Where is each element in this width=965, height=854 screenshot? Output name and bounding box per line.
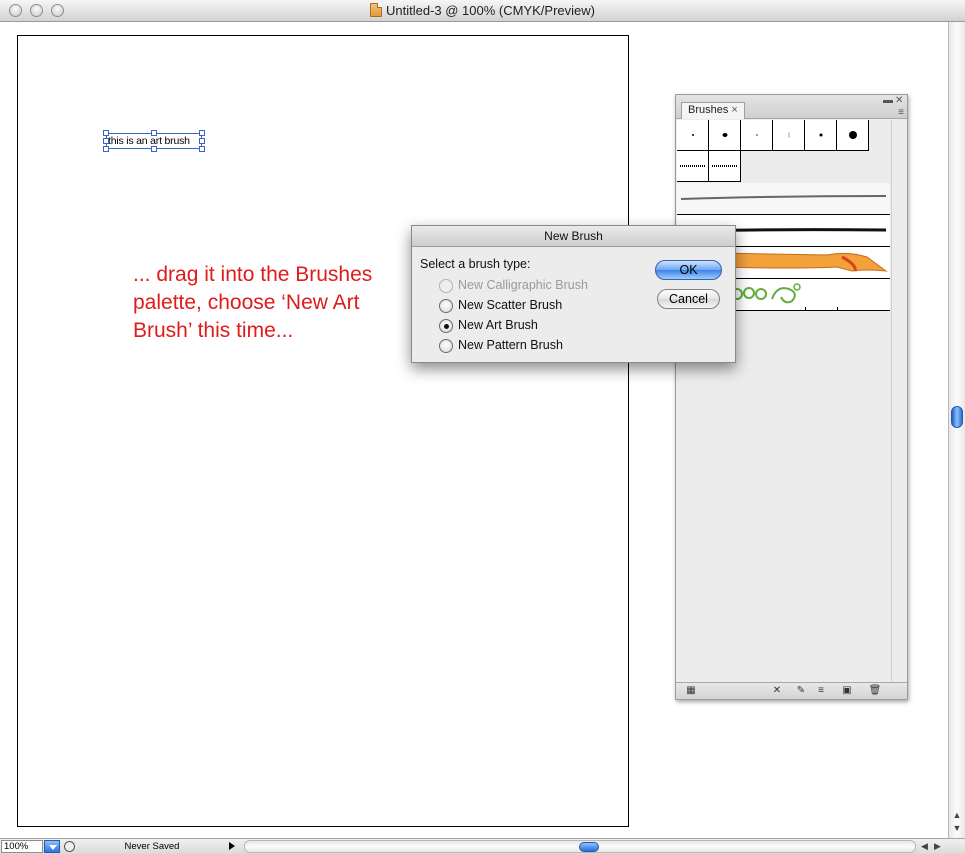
selection-handle-bc[interactable] [151,146,157,152]
zoom-dropdown-button[interactable] [44,840,60,853]
brush-calligraphic-2[interactable] [709,120,741,151]
selection-handle-tc[interactable] [151,130,157,136]
brush-calligraphic-5[interactable] [805,120,837,151]
brush-dot-icon [848,131,857,139]
brushes-tab-label: Brushes [688,104,729,116]
horizontal-scroll-thumb[interactable] [579,842,599,852]
brush-calligraphic-4[interactable] [773,120,805,151]
brush-dot-icon [722,133,727,137]
scroll-left-arrow-icon[interactable]: ◀ [921,841,928,852]
radio-button-icon[interactable] [439,299,453,313]
radio-label[interactable]: New Pattern Brush [458,338,563,352]
selected-text-content: this is an art brush [108,135,190,147]
illustrator-document-icon [370,3,382,17]
radio-button-icon[interactable] [439,339,453,353]
status-text: Never Saved [124,841,180,852]
instruction-text: ... drag it into the Brushes palette, ch… [133,263,373,342]
brushes-tab[interactable]: Brushes × [681,102,745,119]
radio-label: New Calligraphic Brush [458,278,588,292]
palette-menu-icon[interactable]: ≡ [898,107,904,118]
status-info-icon[interactable] [64,841,75,852]
brush-dot-icon [788,132,789,138]
status-menu-arrow-icon[interactable] [229,842,235,850]
palette-scrollbar[interactable] [891,120,907,684]
selection-handle-mr[interactable] [199,138,205,144]
illustrator-window: Untitled-3 @ 100% (CMYK/Preview) this is… [0,0,965,854]
brush-calligraphic-6[interactable] [837,120,869,151]
window-title: Untitled-3 @ 100% (CMYK/Preview) [386,3,595,18]
brush-scatter-icon [680,165,706,167]
selection-handle-bl[interactable] [103,146,109,152]
selected-text-object[interactable]: this is an art brush [103,130,205,152]
brush-options-icon[interactable]: ✎ [794,685,808,697]
radio-button-selected-icon[interactable] [439,319,453,333]
cancel-button[interactable]: Cancel [657,289,720,309]
ok-button[interactable]: OK [655,260,722,280]
vertical-scrollbar[interactable]: ▲ ▼ [948,22,965,838]
scroll-right-arrow-icon[interactable]: ▶ [934,841,941,852]
radio-label[interactable]: New Scatter Brush [458,298,562,312]
vertical-scroll-thumb[interactable] [951,406,963,428]
palette-header: Brushes × ▬ ✕ ≡ [676,95,907,119]
zoom-level-field[interactable]: 100% [1,840,43,853]
selection-handle-tr[interactable] [199,130,205,136]
window-title-wrap: Untitled-3 @ 100% (CMYK/Preview) [0,3,965,18]
title-bar: Untitled-3 @ 100% (CMYK/Preview) [0,0,965,22]
new-brush-dialog: New Brush Select a brush type: New Calli… [411,225,736,363]
brush-scatter-1[interactable] [677,151,709,182]
dialog-prompt: Select a brush type: [420,257,531,271]
options-of-selected-icon[interactable]: ≡ [814,685,828,697]
brush-calligraphic-3[interactable] [741,120,773,151]
pattern-tile-divider [805,307,806,310]
tab-close-icon[interactable]: × [731,104,737,116]
dialog-title: New Brush [412,226,735,247]
artboard[interactable]: this is an art brush [17,35,629,827]
brushes-palette: Brushes × ▬ ✕ ≡ ▦ ✕ ✎ ≡ ▣ 🗑 [675,94,908,700]
scroll-down-arrow-icon[interactable]: ▼ [952,823,962,833]
brush-dot-icon [819,133,822,137]
trash-icon[interactable]: 🗑 [868,685,882,697]
new-brush-icon[interactable]: ▣ [840,685,854,697]
brush-libraries-icon[interactable]: ▦ [684,685,698,697]
brush-calligraphic-1[interactable] [677,120,709,151]
status-bar: 100% Never Saved ◀ ▶ [0,838,965,854]
brush-list[interactable] [677,120,890,684]
brush-scatter-icon [712,165,738,167]
palette-minimize-icon[interactable]: ▬ [883,95,893,106]
palette-footer: ▦ ✕ ✎ ≡ ▣ 🗑 [676,682,907,699]
radio-label[interactable]: New Art Brush [458,318,538,332]
selection-handle-ml[interactable] [103,138,109,144]
horizontal-scrollbar[interactable] [244,840,916,853]
remove-brush-stroke-icon[interactable]: ✕ [770,685,784,697]
brush-scatter-2[interactable] [709,151,741,182]
brush-dot-icon [755,134,758,136]
brush-art-stroke-icon [680,195,887,200]
selection-handle-br[interactable] [199,146,205,152]
brush-art-1[interactable] [677,183,890,215]
scroll-up-arrow-icon[interactable]: ▲ [952,810,962,820]
brush-dot-icon [691,134,694,136]
pattern-tile-divider [837,307,838,310]
selection-handle-tl[interactable] [103,130,109,136]
palette-close-icon[interactable]: ✕ [895,95,903,106]
radio-button-icon [439,279,453,293]
